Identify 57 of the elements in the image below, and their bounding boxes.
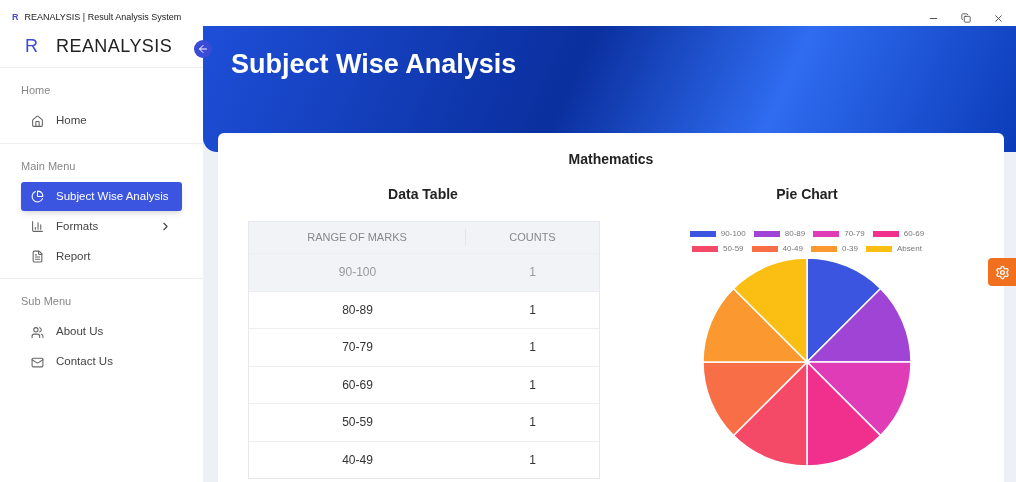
sidebar-item[interactable]: Home [21,106,182,136]
sidebar-item[interactable]: Subject Wise Analysis [21,182,182,211]
table-cell-text: 40-49 [341,451,374,469]
close-icon[interactable] [993,12,1004,24]
restore-icon[interactable] [961,13,971,23]
sidebar-item[interactable]: Contact Us [21,347,182,377]
sidebar-item-label: Subject Wise Analysis [56,188,169,204]
sidebar-item[interactable]: About Us [21,317,182,347]
legend-label[interactable]: 60-69 [903,228,925,240]
table-cell-text: 80-89 [341,301,374,319]
column-header: RANGE OF MARKS [249,229,466,246]
table-cell-text: 70-79 [341,339,374,357]
table-cell-text: 1 [528,301,537,319]
table-cell-text: 1 [528,264,537,282]
sidebar-item-label: Report [56,248,91,264]
section-heading: Main Menu [21,158,77,174]
window-title: REANALYSIS | Result Analysis System [24,11,182,25]
page-title: Subject Wise Analysis [231,48,518,81]
section-heading: Home [21,83,52,98]
sidebar-item[interactable]: Formats [21,212,182,241]
legend-label[interactable]: 0-39 [842,243,858,255]
legend-label[interactable]: 70-79 [844,228,865,240]
sidebar-item-label: About Us [56,324,104,340]
pie-chart-icon [31,190,44,203]
collapse-button[interactable] [194,40,212,58]
document-icon [31,250,44,263]
app-logo: R [12,11,19,25]
legend-label[interactable]: 40-49 [782,243,803,255]
bar-chart-icon [31,220,44,233]
table-cell-text: 50-59 [341,414,374,432]
sidebar-item[interactable]: Report [21,242,182,271]
table-title: Data Table [387,185,459,204]
table-cell-text: 1 [528,414,537,432]
legend-label[interactable]: 50-59 [723,243,744,255]
gear-icon [994,264,1010,280]
sidebar-item-label: Contact Us [56,354,113,370]
table-cell-text: 90-100 [337,264,378,282]
legend-label[interactable]: Absent [897,243,922,255]
arrow-left-icon [197,43,209,55]
brand-letter: R [25,35,38,58]
chart-title: Pie Chart [776,185,838,204]
legend-label[interactable]: 80-89 [784,228,806,240]
legend-label[interactable]: 90-100 [720,228,746,240]
section-heading: Sub Menu [21,294,73,309]
table-cell-text: 60-69 [341,376,374,394]
subject-title: Mathematics [567,150,655,169]
brand-name: REANALYSIS [56,35,173,58]
table-cell-text: 1 [528,451,537,469]
settings-button[interactable] [988,258,1016,286]
people-icon [31,325,44,339]
table-cell-text: 1 [528,376,537,394]
table-cell-text: 1 [528,339,537,357]
sidebar-item-label: Home [56,113,87,129]
envelope-icon [31,355,44,369]
column-header: COUNTS [508,230,557,246]
home-icon [31,114,44,128]
sidebar-item-label: Formats [56,218,99,234]
